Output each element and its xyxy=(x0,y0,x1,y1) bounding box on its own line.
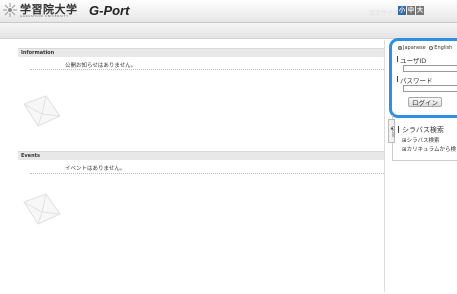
english-radio[interactable] xyxy=(429,46,434,50)
close-tab-label: ▲ CLOSE xyxy=(389,123,395,138)
events-message: イベントはありません。 xyxy=(65,166,126,172)
login-button[interactable]: ログイン xyxy=(408,97,442,107)
main-content: Information 公開お知らせはありません。 Events イベントはあり… xyxy=(14,43,384,288)
envelope-icon xyxy=(22,94,64,132)
header-bar: 学習院大学 GAKUSHUIN UNIVERSITY G-Port 文字サイズ … xyxy=(0,0,457,23)
university-logo-icon[interactable] xyxy=(3,3,17,17)
envelope-icon xyxy=(22,192,64,230)
fontsize-label: 文字サイズ xyxy=(369,10,399,17)
english-label[interactable]: English xyxy=(434,45,452,51)
university-name-en: GAKUSHUIN UNIVERSITY xyxy=(20,14,69,18)
syllabus-search-link[interactable]: ⊞シラバス検索 xyxy=(402,136,440,144)
fontsize-medium-button[interactable]: 中 xyxy=(407,6,415,15)
language-selector: Japanese English xyxy=(398,45,452,51)
syllabus-title: シラバス検索 xyxy=(398,126,444,134)
user-id-label: ユーザID xyxy=(396,56,427,65)
events-heading: Events xyxy=(18,151,384,160)
divider xyxy=(30,173,384,174)
password-input[interactable] xyxy=(403,85,457,92)
app-title: G-Port xyxy=(89,3,130,18)
navigation-bar xyxy=(0,23,457,39)
sidebar-close-tab[interactable]: ▲ CLOSE xyxy=(388,119,395,143)
japanese-radio[interactable] xyxy=(398,46,402,50)
curriculum-search-link-text[interactable]: カリキュラムから検 xyxy=(407,147,456,153)
syllabus-search-link-text[interactable]: シラバス検索 xyxy=(407,138,440,144)
password-label: パスワード xyxy=(397,76,433,85)
divider xyxy=(30,69,384,70)
column-divider xyxy=(384,40,385,292)
curriculum-search-link[interactable]: ⊞カリキュラムから検 xyxy=(402,145,456,153)
japanese-label[interactable]: Japanese xyxy=(403,45,426,51)
information-heading: Information xyxy=(18,48,384,57)
user-id-input[interactable] xyxy=(403,65,457,72)
close-text: CLOSE xyxy=(391,126,395,138)
information-message: 公開お知らせはありません。 xyxy=(65,63,137,69)
login-panel: Japanese English ユーザID パスワード ログイン xyxy=(389,38,457,118)
fontsize-small-button[interactable]: 小 xyxy=(398,6,406,15)
fontsize-large-button[interactable]: 大 xyxy=(416,6,424,15)
